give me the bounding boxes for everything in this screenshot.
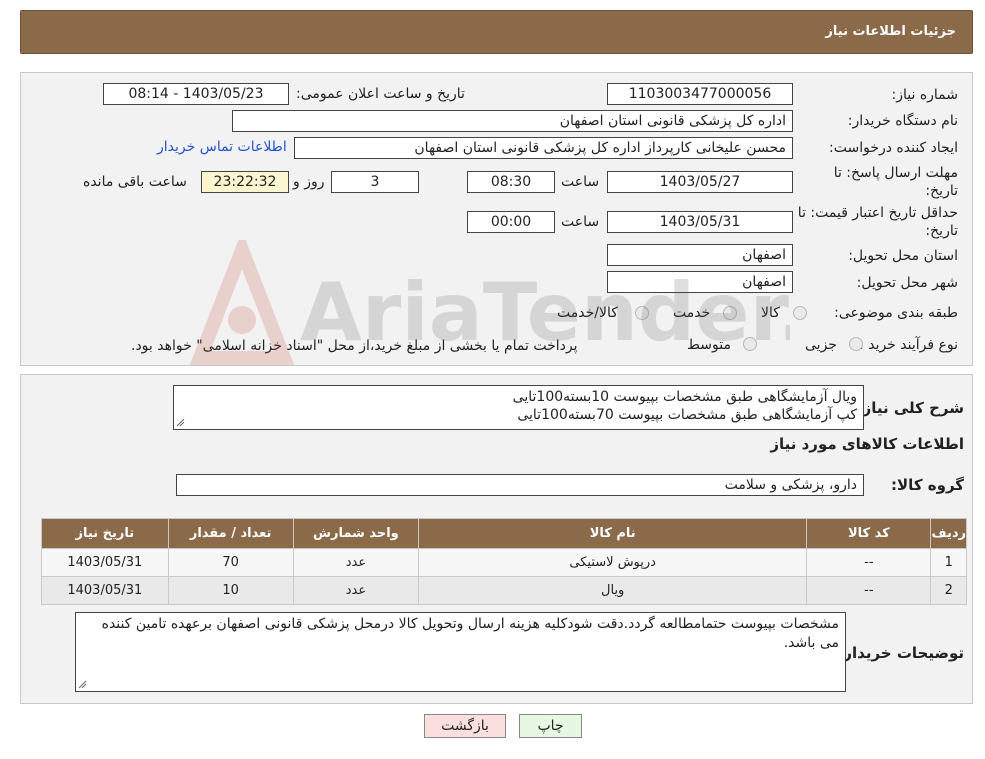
category-option-service: خدمت [673,305,711,321]
category-label: طبقه بندی موضوعی: [834,305,958,321]
cell-unit: عدد [292,576,420,605]
cell-code: -- [806,548,932,577]
remaining-time-field: 23:22:32 [201,171,289,193]
need-details-panel: شرح کلی نیاز: ویال آزمایشگاهی طبق مشخصات… [20,374,973,704]
buyer-org-field: اداره کل پزشکی قانونی استان اصفهان [232,110,793,132]
cell-name: ویال [418,576,808,605]
days-remaining-field: 3 [331,171,419,193]
category-radio-goods[interactable] [793,306,807,320]
col-date: تاریخ نیاز [41,518,169,549]
cell-row: 2 [930,576,967,605]
province-field: اصفهان [607,244,793,266]
cell-unit: عدد [292,548,420,577]
cell-row: 1 [930,548,967,577]
cell-qty: 70 [167,548,294,577]
validity-date-field: 1403/05/31 [607,211,793,233]
goods-table: ردیف کد کالا نام کالا واحد شمارش تعداد /… [41,518,967,605]
summary-label: شرح کلی نیاز: [856,399,964,417]
process-label: نوع فرآیند خرید : [859,337,958,353]
process-option-minor: جزیی [805,337,837,353]
resize-grip-icon[interactable] [176,418,185,427]
validity-label-date: تاریخ: [925,223,958,239]
category-option-goods: کالا [761,305,780,321]
print-button[interactable]: چاپ [519,714,582,738]
buyer-notes-text: مشخصات بپیوست حتمامطالعه گردد.دقت شودکلی… [101,616,839,651]
col-code: کد کالا [806,518,932,549]
validity-label: حداقل تاریخ اعتبار قیمت: تا [797,205,958,221]
goods-group-label: گروه کالا: [891,476,964,494]
goods-info-title: اطلاعات کالاهای مورد نیاز [770,435,964,453]
process-radio-medium[interactable] [743,337,757,351]
validity-time-label: ساعت [561,214,600,230]
summary-line-2: کپ آزمایشگاهی طبق مشخصات بپیوست 70بسته10… [517,407,857,423]
deadline-time-label: ساعت [561,174,600,190]
buyer-notes-textarea[interactable]: مشخصات بپیوست حتمامطالعه گردد.دقت شودکلی… [75,612,846,692]
summary-line-1: ویال آزمایشگاهی طبق مشخصات بپیوست 10بسته… [512,389,857,405]
goods-table-header: ردیف کد کالا نام کالا واحد شمارش تعداد /… [41,518,967,549]
category-option-goods-service: کالا/خدمت [557,305,618,321]
deadline-date-field: 1403/05/27 [607,171,793,193]
cell-name: درپوش لاستیکی [418,548,808,577]
treasury-note: پرداخت تمام یا بخشی از مبلغ خرید،از محل … [131,338,578,354]
col-unit: واحد شمارش [292,518,420,549]
creator-label: ایجاد کننده درخواست: [829,140,958,156]
creator-field: محسن علیخانی کارپرداز اداره کل پزشکی قان… [294,137,793,159]
process-option-medium: متوسط [687,337,731,353]
table-row: 2 -- ویال عدد 10 1403/05/31 [41,576,967,605]
resize-grip-icon[interactable] [78,680,87,689]
process-radio-minor[interactable] [849,337,863,351]
summary-textarea[interactable]: ویال آزمایشگاهی طبق مشخصات بپیوست 10بسته… [173,385,864,430]
cell-date: 1403/05/31 [41,576,169,605]
col-qty: تعداد / مقدار [167,518,294,549]
back-button[interactable]: بازگشت [424,714,506,738]
cell-code: -- [806,576,932,605]
page-header: جزئیات اطلاعات نیاز [20,10,973,54]
deadline-label: مهلت ارسال پاسخ: تا [833,165,958,181]
buyer-notes-label: توضیحات خریدار: [837,644,964,662]
need-number-field: 1103003477000056 [607,83,793,105]
page-title: جزئیات اطلاعات نیاز [825,24,956,39]
province-label: استان محل تحویل: [848,248,958,264]
announce-label: تاریخ و ساعت اعلان عمومی: [296,86,465,102]
validity-time-field: 00:00 [467,211,555,233]
days-label: روز و [293,174,325,190]
announce-datetime-field: 1403/05/23 - 08:14 [103,83,289,105]
cell-date: 1403/05/31 [41,548,169,577]
goods-group-field: دارو، پزشکی و سلامت [176,474,864,496]
deadline-time-field: 08:30 [467,171,555,193]
city-field: اصفهان [607,271,793,293]
deadline-label-date: تاریخ: [925,183,958,199]
category-radio-service[interactable] [723,306,737,320]
remaining-time-label: ساعت باقی مانده [83,174,187,190]
need-number-label: شماره نیاز: [891,87,959,103]
col-row: ردیف [930,518,967,549]
request-info-panel: شماره نیاز: 1103003477000056 تاریخ و ساع… [20,72,973,366]
buyer-org-label: نام دستگاه خریدار: [847,113,958,129]
table-row: 1 -- درپوش لاستیکی عدد 70 1403/05/31 [41,548,967,577]
cell-qty: 10 [167,576,294,605]
col-name: نام کالا [418,518,808,549]
buyer-contact-link[interactable]: اطلاعات تماس خریدار [157,139,287,155]
category-radio-goods-service[interactable] [635,306,649,320]
city-label: شهر محل تحویل: [856,275,958,291]
